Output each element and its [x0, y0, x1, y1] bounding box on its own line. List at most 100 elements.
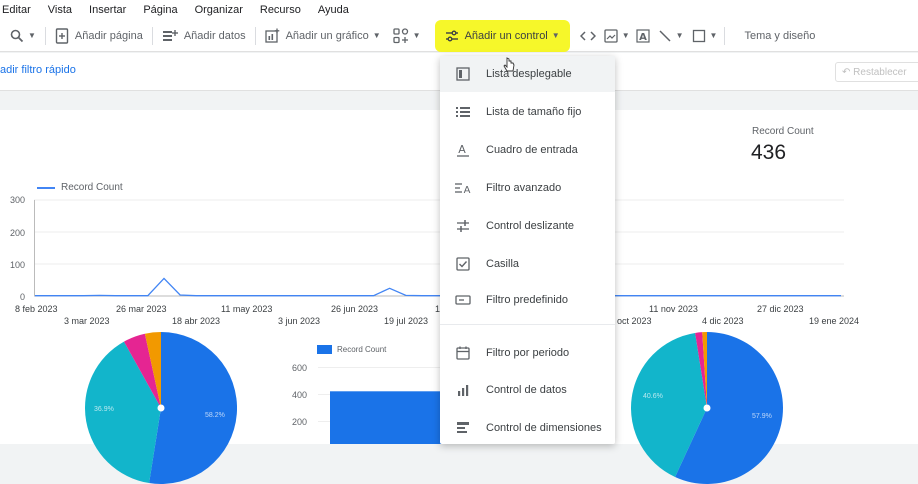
- dropdown-item-label: Filtro avanzado: [486, 182, 562, 194]
- legend-line-swatch: [37, 186, 55, 189]
- dropdown-item-dropdown-list[interactable]: Lista desplegable: [440, 56, 615, 92]
- dropdown-item-dimension-control[interactable]: Control de dimensiones: [440, 410, 615, 446]
- y-tick-0: 0: [20, 292, 26, 302]
- add-data-button[interactable]: Añadir datos: [156, 23, 252, 49]
- reset-icon: ↶: [842, 67, 851, 78]
- menu-organizar[interactable]: Organizar: [195, 4, 243, 16]
- legend-bar-swatch: [317, 345, 332, 354]
- bar-chart[interactable]: [318, 367, 443, 444]
- line-icon: [659, 29, 671, 42]
- chevron-down-icon: ▼: [372, 31, 381, 40]
- dropdown-item-label: Cuadro de entrada: [486, 144, 578, 156]
- dropdown-item-label: Filtro predefinido: [486, 294, 568, 306]
- dropdown-item-input-box[interactable]: A Cuadro de entrada: [440, 132, 615, 168]
- time-chart-legend-label: Record Count: [61, 182, 123, 193]
- add-control-button[interactable]: Añadir un control ▼: [434, 19, 570, 52]
- zoom-button[interactable]: ▼: [0, 23, 42, 49]
- y-tick-200: 200: [10, 228, 26, 238]
- menu-pagina[interactable]: Página: [143, 4, 177, 16]
- dropdown-item-label: Lista de tamaño fijo: [486, 106, 582, 118]
- dropdown-item-label: Control de datos: [486, 384, 567, 396]
- chevron-down-icon: ▼: [412, 31, 421, 40]
- svg-text:A: A: [458, 143, 466, 156]
- menu-vista[interactable]: Vista: [48, 4, 72, 16]
- menu-insertar[interactable]: Insertar: [89, 4, 126, 16]
- add-data-icon: [162, 29, 178, 41]
- text-box-icon: A: [636, 28, 650, 43]
- chevron-down-icon: ▼: [551, 31, 560, 40]
- time-chart-legend: Record Count: [37, 182, 123, 193]
- text-button[interactable]: A: [632, 23, 654, 49]
- input-box-icon: A: [457, 143, 469, 157]
- add-chart-button[interactable]: Añadir un gráfico ▼: [259, 23, 387, 49]
- dropdown-item-slider[interactable]: Control deslizante: [440, 208, 615, 244]
- shape-button[interactable]: ▼: [688, 23, 722, 49]
- image-icon: [604, 28, 618, 43]
- dropdown-item-checkbox[interactable]: Casilla: [440, 246, 615, 282]
- dropdown-item-label: Lista desplegable: [486, 68, 572, 80]
- x-tick: 8 feb 2023: [15, 304, 58, 314]
- bar-record-count: [330, 391, 442, 444]
- dimension-control-icon: [457, 422, 469, 433]
- x-tick: oct 2023: [617, 316, 652, 326]
- x-tick: 11 nov 2023: [649, 304, 698, 314]
- pie-left-label-2: 36.9%: [94, 406, 114, 413]
- x-tick: 11 may 2023: [221, 304, 273, 314]
- toolbar-divider: [151, 26, 153, 45]
- pie-left-center-dot: [157, 404, 165, 412]
- time-chart-gridlines: [34, 199, 844, 265]
- fixed-list-icon: [456, 107, 470, 117]
- image-button[interactable]: ▼: [602, 23, 632, 49]
- x-tick: 18 abr 2023: [172, 316, 221, 326]
- chevron-down-icon: ▼: [28, 31, 36, 40]
- menu-editar[interactable]: Editar: [2, 4, 31, 16]
- community-viz-button[interactable]: ▼: [387, 23, 427, 49]
- add-page-icon: [55, 27, 69, 44]
- chevron-down-icon: ▼: [621, 31, 630, 40]
- x-tick: 26 jun 2023: [331, 304, 379, 314]
- theme-button[interactable]: Tema y diseño: [738, 23, 821, 49]
- slider-icon: [457, 220, 469, 232]
- menu-ayuda[interactable]: Ayuda: [318, 4, 349, 16]
- line-button[interactable]: ▼: [654, 23, 688, 49]
- menu-recurso[interactable]: Recurso: [260, 4, 301, 16]
- chevron-down-icon: ▼: [709, 31, 718, 40]
- zoom-icon: [10, 29, 24, 42]
- y-tick-300: 300: [10, 195, 26, 205]
- mouse-cursor-icon: [503, 57, 515, 72]
- toolbar: ▼ Añadir página Añadir datos Añadir un g…: [0, 19, 918, 52]
- rectangle-icon: [692, 29, 705, 42]
- pie-right-center-dot: [703, 404, 711, 412]
- add-page-button[interactable]: Añadir página: [49, 23, 149, 49]
- pie-chart-right[interactable]: [631, 332, 783, 484]
- reset-button[interactable]: ↶ Restablecer: [835, 62, 918, 82]
- embed-url-button[interactable]: [574, 23, 602, 49]
- add-chart-icon: [264, 28, 279, 43]
- add-quick-filter-button[interactable]: adir filtro rápido: [0, 64, 76, 76]
- dropdown-divider: [440, 324, 615, 325]
- dropdown-item-date-range[interactable]: Filtro por periodo: [440, 335, 615, 371]
- toolbar-divider: [254, 26, 256, 45]
- dropdown-item-preset-filter[interactable]: Filtro predefinido: [440, 282, 615, 318]
- pie-left-label-1: 58.2%: [205, 412, 225, 419]
- time-series-chart[interactable]: [34, 195, 844, 301]
- x-tick: 3 jun 2023: [278, 316, 321, 326]
- x-tick: 3 mar 2023: [64, 316, 110, 326]
- scorecard-value: 436: [751, 141, 787, 164]
- y-tick-100: 100: [10, 260, 26, 270]
- svg-text:A: A: [464, 185, 471, 194]
- add-page-label: Añadir página: [74, 29, 143, 42]
- community-viz-icon: [393, 27, 408, 43]
- bar-y-tick-600: 600: [292, 363, 308, 373]
- bar-chart-legend: Record Count: [317, 345, 386, 354]
- x-tick: 4 dic 2023: [702, 316, 744, 326]
- dropdown-item-label: Control de dimensiones: [486, 422, 602, 434]
- dropdown-item-data-control[interactable]: Control de datos: [440, 372, 615, 408]
- code-icon: [579, 30, 596, 41]
- dropdown-item-fixed-list[interactable]: Lista de tamaño fijo: [440, 94, 615, 130]
- dropdown-item-label: Casilla: [486, 258, 520, 270]
- add-control-dropdown: Lista desplegable Lista de tamaño fijo A…: [440, 56, 615, 444]
- preset-filter-icon: [455, 295, 471, 305]
- data-control-icon: [458, 385, 469, 396]
- dropdown-item-advanced-filter[interactable]: A Filtro avanzado: [440, 170, 615, 206]
